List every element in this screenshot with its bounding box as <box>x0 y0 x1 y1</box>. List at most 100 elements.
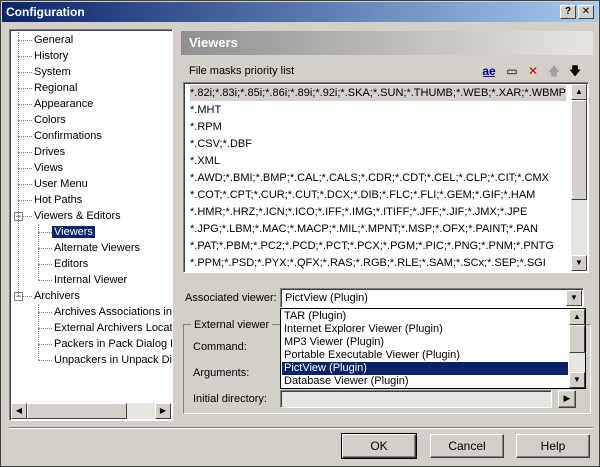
arrow-right-icon: ▶ <box>159 406 167 415</box>
tree-item-label: Unpackers in Unpack Dia <box>54 354 172 366</box>
dropdown-option[interactable]: Internet Explorer Viewer (Plugin) <box>282 323 568 336</box>
tree-item[interactable]: Internal Viewer <box>52 272 129 288</box>
tree-item[interactable]: General <box>32 32 75 48</box>
move-up-icon[interactable]: 🡅 <box>546 64 562 78</box>
arrow-left-icon: ◀ <box>15 406 23 415</box>
associated-viewer-dropdown[interactable]: TAR (Plugin) Internet Explorer Viewer (Pl… <box>280 308 586 389</box>
tree-connector <box>18 136 32 137</box>
cancel-button[interactable]: Cancel <box>430 434 504 458</box>
arrow-down-icon: ▼ <box>575 258 583 267</box>
tree-item-label: Drives <box>34 146 66 158</box>
tree-item[interactable]: Drives <box>32 144 67 160</box>
mask-item[interactable]: *.CSV;*.DBF <box>190 136 566 152</box>
scroll-right-button[interactable]: ▶ <box>155 403 171 419</box>
tree-item[interactable]: Packers in Pack Dialog B <box>52 336 172 352</box>
rename-icon[interactable]: a͟e <box>481 64 497 78</box>
mask-item[interactable]: *.PPM;*.PSD;*.PYX;*.QFX;*.RAS;*.RGB;*.RL… <box>190 255 566 271</box>
tree-item[interactable]: User Menu <box>32 176 90 192</box>
help-title-button[interactable]: ? <box>560 5 576 19</box>
dropdown-scroll-down[interactable]: ▼ <box>569 372 585 388</box>
ok-button[interactable]: OK <box>341 433 417 459</box>
tree-item[interactable]: Viewers <box>51 224 96 240</box>
window-title: Configuration <box>6 5 85 19</box>
scroll-down-button[interactable]: ▼ <box>571 255 587 271</box>
tree-item[interactable]: Views <box>32 160 65 176</box>
mask-item[interactable]: *.COT;*.CPT;*.CUR;*.CUT;*.DCX;*.DIB;*.FL… <box>190 187 566 203</box>
tree-item-label: Confirmations <box>34 130 102 142</box>
tree-item-label: Views <box>34 162 64 174</box>
file-masks-list[interactable]: *.82i;*.83i;*.85i;*.86i;*.89i;*.92i;*.SK… <box>183 82 589 273</box>
scroll-left-button[interactable]: ◀ <box>11 403 27 419</box>
mask-item[interactable]: *.HMR;*.HRZ;*.ICN;*.ICO;*.IFF;*.IMG;*.IT… <box>190 204 566 220</box>
tree-connector <box>18 56 32 57</box>
tree-item[interactable]: Unpackers in Unpack Dia <box>52 352 172 368</box>
tree-item[interactable]: Archivers <box>32 288 82 304</box>
mask-item[interactable]: *.MHT <box>190 102 566 118</box>
mask-item[interactable]: *.RPM <box>190 119 566 135</box>
dropdown-option[interactable]: TAR (Plugin) <box>282 310 568 323</box>
masks-scroll-thumb[interactable] <box>571 100 587 200</box>
tree-branch <box>38 224 39 280</box>
tree-item[interactable]: Viewers & Editors <box>32 208 123 224</box>
initial-directory-input[interactable] <box>280 390 552 408</box>
tree-connector <box>18 88 32 89</box>
tree-connector <box>18 120 32 121</box>
close-button[interactable]: ✕ <box>578 5 594 19</box>
associated-viewer-combo[interactable]: PictView (Plugin) ▼ <box>280 288 584 308</box>
chevron-down-icon: ▼ <box>570 293 578 302</box>
scroll-up-button[interactable]: ▲ <box>571 84 587 100</box>
title-bar[interactable]: Configuration ? ✕ <box>2 2 598 22</box>
dropdown-option[interactable]: MP3 Viewer (Plugin) <box>282 336 568 349</box>
tree-item-label: Archives Associations in P <box>54 306 172 318</box>
tree-item[interactable]: Regional <box>32 80 79 96</box>
dropdown-scrollbar[interactable]: ▲ ▼ <box>569 309 585 388</box>
dropdown-scroll-up[interactable]: ▲ <box>569 309 585 325</box>
combo-dropdown-button[interactable]: ▼ <box>566 290 582 306</box>
tree-item[interactable]: External Archivers Locatio <box>52 320 172 336</box>
move-down-icon[interactable]: 🡇 <box>567 64 583 78</box>
tree-item[interactable]: Editors <box>52 256 90 272</box>
tree-horizontal-scrollbar[interactable]: ◀ ▶ <box>11 403 171 419</box>
mask-item[interactable]: *.XML <box>190 153 566 169</box>
new-item-icon[interactable]: ▭ <box>504 64 520 78</box>
tree-item[interactable]: Hot Paths <box>32 192 84 208</box>
settings-tree[interactable]: General History System Regional Appearance Co… <box>9 29 173 421</box>
panel-header: Viewers <box>181 31 593 55</box>
tree-item[interactable]: Archives Associations in P <box>52 304 172 320</box>
help-button[interactable]: Help <box>516 434 590 458</box>
tree-item[interactable]: Alternate Viewers <box>52 240 142 256</box>
dropdown-option[interactable]: PictView (Plugin) <box>282 362 568 375</box>
panel-title: Viewers <box>189 35 238 50</box>
masks-toolbar: File masks priority list a͟e ▭ ✕ 🡅 🡇 <box>183 61 589 81</box>
tree-connector <box>18 200 32 201</box>
file-masks-box: File masks priority list a͟e ▭ ✕ 🡅 🡇 *.8… <box>183 61 589 273</box>
tree-item[interactable]: System <box>32 64 73 80</box>
tree-scroll-thumb[interactable] <box>27 403 127 419</box>
dropdown-option[interactable]: Database Viewer (Plugin) <box>282 375 568 388</box>
mask-item[interactable]: *.JPG;*.LBM;*.MAC;*.MACP;*.MIL;*.MPNT;*.… <box>190 221 566 237</box>
tree-item[interactable]: Colors <box>32 112 68 128</box>
masks-label: File masks priority list <box>189 65 295 77</box>
tree-content: General History System Regional Appearance Co… <box>10 30 172 403</box>
arrow-up-icon: ▲ <box>575 87 583 96</box>
arrow-right-icon: ▶ <box>563 393 571 403</box>
tree-connector <box>18 184 32 185</box>
initial-directory-label: Initial directory: <box>193 393 267 405</box>
tree-item[interactable]: History <box>32 48 70 64</box>
tree-connector <box>38 360 52 361</box>
delete-icon[interactable]: ✕ <box>525 64 541 78</box>
tree-item-label: Internal Viewer <box>54 274 128 286</box>
initial-directory-browse-button[interactable]: ▶ <box>558 390 576 408</box>
tree-connector <box>38 248 52 249</box>
masks-vertical-scrollbar[interactable]: ▲ ▼ <box>571 84 587 271</box>
tree-item[interactable]: Confirmations <box>32 128 104 144</box>
tree-connector <box>38 328 52 329</box>
mask-item[interactable]: *.PAT;*.PBM;*.PC2;*.PCD;*.PCT;*.PCX;*.PG… <box>190 238 566 254</box>
tree-connector <box>38 344 52 345</box>
dropdown-option[interactable]: Portable Executable Viewer (Plugin) <box>282 349 568 362</box>
mask-item[interactable]: *.AWD;*.BMI;*.BMP;*.CAL;*.CALS;*.CDR;*.C… <box>190 170 566 186</box>
tree-item[interactable]: Appearance <box>32 96 95 112</box>
dropdown-scroll-thumb[interactable] <box>569 325 585 353</box>
tree-connector <box>18 152 32 153</box>
mask-item[interactable]: *.82i;*.83i;*.85i;*.86i;*.89i;*.92i;*.SK… <box>190 85 566 101</box>
